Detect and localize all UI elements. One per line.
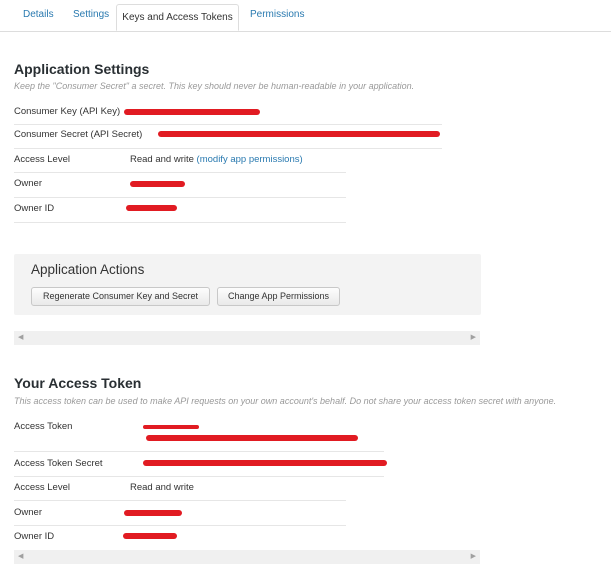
tab-permissions[interactable]: Permissions [250, 9, 304, 20]
access-token-description: This access token can be used to make AP… [14, 396, 557, 406]
scroll-left-icon[interactable]: ◀ [18, 334, 23, 342]
owner-id-label: Owner ID [14, 531, 55, 542]
access-level-value: Read and write [130, 482, 194, 493]
horizontal-scrollbar[interactable]: ◀ ▶ [14, 550, 480, 564]
scroll-left-icon[interactable]: ◀ [18, 553, 23, 561]
consumer-key-redacted [124, 109, 260, 115]
modify-app-permissions-link[interactable]: (modify app permissions) [197, 154, 303, 165]
owner-redacted [124, 510, 182, 516]
consumer-key-label: Consumer Key (API Key) [14, 106, 121, 117]
scroll-right-icon[interactable]: ▶ [471, 553, 476, 561]
application-settings-description: Keep the "Consumer Secret" a secret. Thi… [14, 81, 415, 91]
row-divider [14, 222, 346, 223]
access-level-label: Access Level [14, 482, 70, 493]
your-access-token-title: Your Access Token [14, 375, 142, 391]
regenerate-consumer-key-button[interactable]: Regenerate Consumer Key and Secret [31, 287, 210, 306]
owner-id-redacted [123, 533, 177, 539]
change-app-permissions-button[interactable]: Change App Permissions [217, 287, 340, 306]
scroll-right-icon[interactable]: ▶ [471, 334, 476, 342]
horizontal-scrollbar[interactable]: ◀ ▶ [14, 331, 480, 345]
access-token-redacted [146, 435, 358, 441]
application-actions-title: Application Actions [31, 262, 145, 277]
row-divider [14, 500, 346, 501]
row-divider [14, 197, 346, 198]
row-divider [14, 451, 384, 452]
row-divider [14, 476, 384, 477]
row-divider [14, 525, 346, 526]
row-divider [14, 124, 442, 125]
owner-id-redacted [126, 205, 177, 211]
access-level-label: Access Level [14, 154, 70, 165]
access-token-label: Access Token [14, 421, 73, 432]
row-divider [14, 172, 346, 173]
tab-settings[interactable]: Settings [73, 9, 109, 20]
access-token-secret-label: Access Token Secret [14, 458, 103, 469]
row-divider [14, 148, 442, 149]
owner-id-label: Owner ID [14, 203, 55, 214]
owner-label: Owner [14, 178, 42, 189]
owner-redacted [130, 181, 185, 187]
consumer-secret-redacted [158, 131, 440, 137]
consumer-secret-label: Consumer Secret (API Secret) [14, 129, 143, 140]
tab-details[interactable]: Details [23, 9, 54, 20]
access-token-secret-redacted [143, 460, 387, 466]
tab-keys-and-access-tokens[interactable]: Keys and Access Tokens [116, 4, 239, 31]
access-token-redacted [143, 425, 199, 429]
access-level-value: Read and write (modify app permissions) [130, 154, 303, 165]
owner-label: Owner [14, 507, 42, 518]
application-settings-title: Application Settings [14, 61, 150, 77]
